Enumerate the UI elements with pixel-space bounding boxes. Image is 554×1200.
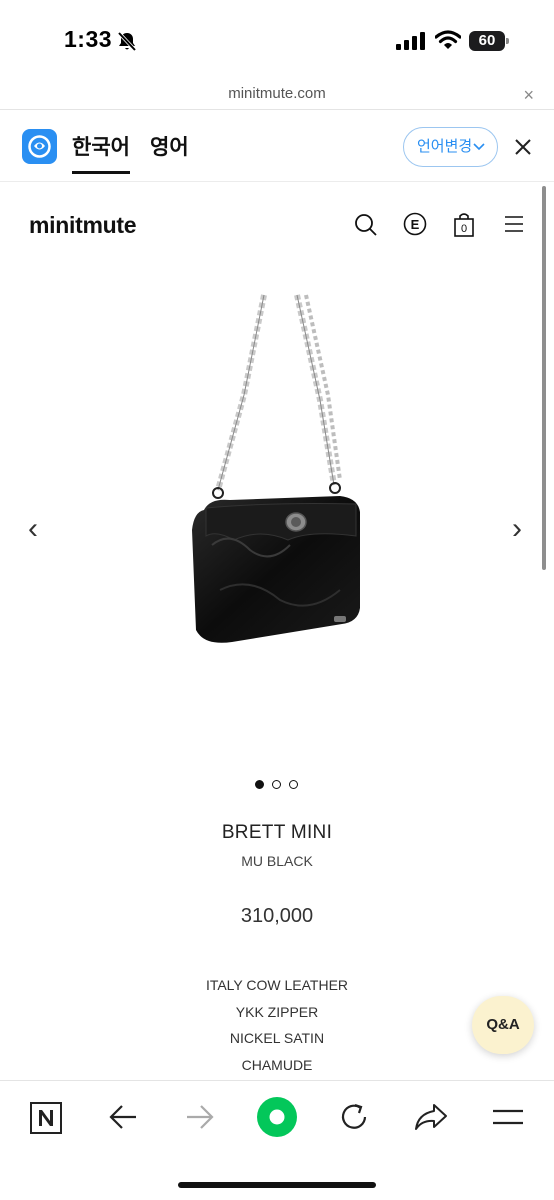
product-color: MU BLACK — [241, 853, 313, 869]
battery-icon: 60 — [469, 31, 509, 51]
url-bar[interactable]: minitmute.com × — [0, 80, 554, 110]
carousel-next-icon[interactable]: › — [512, 512, 522, 546]
svg-text:E: E — [411, 217, 420, 232]
page-scrollbar[interactable] — [542, 186, 546, 570]
spec-item: NICKEL SATIN — [229, 1030, 325, 1046]
brand-logo[interactable]: minitmute — [29, 212, 137, 239]
home-indicator — [178, 1182, 376, 1188]
qa-button[interactable]: Q&A — [472, 996, 534, 1054]
carousel-dots — [255, 780, 305, 790]
forward-arrow-icon[interactable] — [185, 1103, 215, 1131]
signal-icon — [396, 32, 425, 50]
papago-logo-icon — [22, 129, 57, 164]
menu-icon[interactable] — [492, 1108, 524, 1126]
status-bar: 1:33 60 — [0, 0, 554, 80]
tab-english[interactable]: 영어 — [150, 131, 189, 161]
url-close-icon[interactable]: × — [523, 85, 534, 106]
battery-level: 60 — [478, 32, 496, 49]
spec-item: CHAMUDE — [241, 1057, 313, 1073]
wifi-icon — [435, 30, 461, 49]
carousel-dot-1[interactable] — [255, 780, 264, 789]
translate-close-icon[interactable] — [514, 138, 532, 156]
translate-bar: 한국어 영어 언어변경 — [0, 111, 554, 182]
status-time: 1:33 — [64, 26, 113, 52]
chevron-down-icon — [473, 143, 485, 151]
spec-item: YKK ZIPPER — [235, 1004, 319, 1020]
language-change-label: 언어변경 — [417, 138, 473, 155]
bell-slash-icon — [117, 31, 137, 52]
product-price: 310,000 — [240, 905, 314, 927]
tab-korean[interactable]: 한국어 — [72, 131, 130, 174]
carousel-dot-3[interactable] — [289, 780, 298, 789]
menu-icon[interactable] — [504, 215, 524, 233]
carousel-prev-icon[interactable]: ‹ — [28, 512, 38, 546]
search-icon[interactable] — [354, 212, 378, 238]
back-arrow-icon[interactable] — [108, 1103, 138, 1131]
reload-icon[interactable] — [338, 1101, 370, 1133]
site-header: minitmute E 0 — [0, 182, 554, 268]
url-text[interactable]: minitmute.com — [0, 85, 554, 102]
green-home-icon[interactable] — [256, 1096, 298, 1138]
cart-count: 0 — [460, 223, 468, 235]
carousel-dot-2[interactable] — [272, 780, 281, 789]
naver-n-icon[interactable] — [30, 1102, 62, 1134]
share-icon[interactable] — [414, 1102, 448, 1132]
spec-item: ITALY COW LEATHER — [205, 977, 349, 993]
language-change-button[interactable]: 언어변경 — [403, 127, 498, 167]
e-circle-icon[interactable]: E — [403, 212, 427, 236]
product-name: BRETT MINI — [221, 822, 333, 843]
product-image[interactable] — [160, 290, 394, 660]
